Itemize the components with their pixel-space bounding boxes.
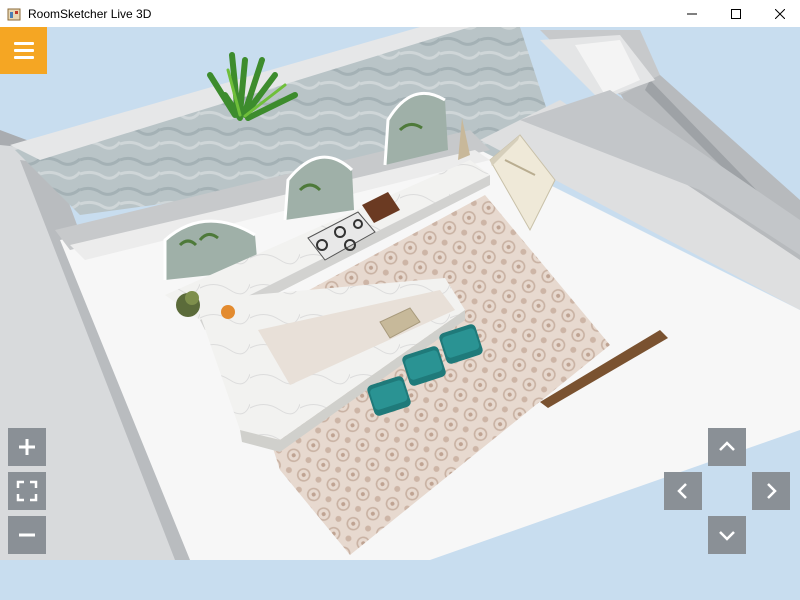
zoom-out-icon — [19, 533, 35, 537]
hamburger-menu-icon — [13, 56, 34, 59]
pan-down-button[interactable] — [708, 516, 746, 554]
arrow-left-icon — [677, 483, 687, 499]
fit-to-screen-button[interactable] — [8, 472, 46, 510]
zoom-out-button[interactable] — [8, 516, 46, 554]
minimize-icon — [687, 13, 697, 14]
arrow-up-icon — [719, 441, 735, 451]
3d-scene — [0, 27, 800, 600]
fruit-bowl — [221, 305, 235, 319]
close-button[interactable] — [758, 0, 800, 27]
close-icon — [775, 8, 785, 19]
main-menu-button[interactable] — [0, 27, 47, 74]
fit-to-screen-icon — [16, 480, 38, 502]
hamburger-menu-icon — [13, 42, 34, 45]
window-title: RoomSketcher Live 3D — [28, 6, 152, 21]
arrow-right-icon — [767, 483, 777, 499]
pan-up-button[interactable] — [708, 428, 746, 466]
minimize-button[interactable] — [670, 0, 714, 27]
window-titlebar: RoomSketcher Live 3D — [0, 0, 800, 27]
zoom-in-button[interactable] — [8, 428, 46, 466]
3d-viewport[interactable] — [0, 27, 800, 600]
roomsketcher-app-icon — [7, 8, 21, 20]
maximize-icon — [731, 8, 741, 19]
pan-left-button[interactable] — [664, 472, 702, 510]
arrow-down-icon — [719, 531, 735, 541]
maximize-button[interactable] — [714, 0, 758, 27]
zoom-in-icon — [19, 439, 35, 455]
hamburger-menu-icon — [13, 49, 34, 52]
pan-right-button[interactable] — [752, 472, 790, 510]
